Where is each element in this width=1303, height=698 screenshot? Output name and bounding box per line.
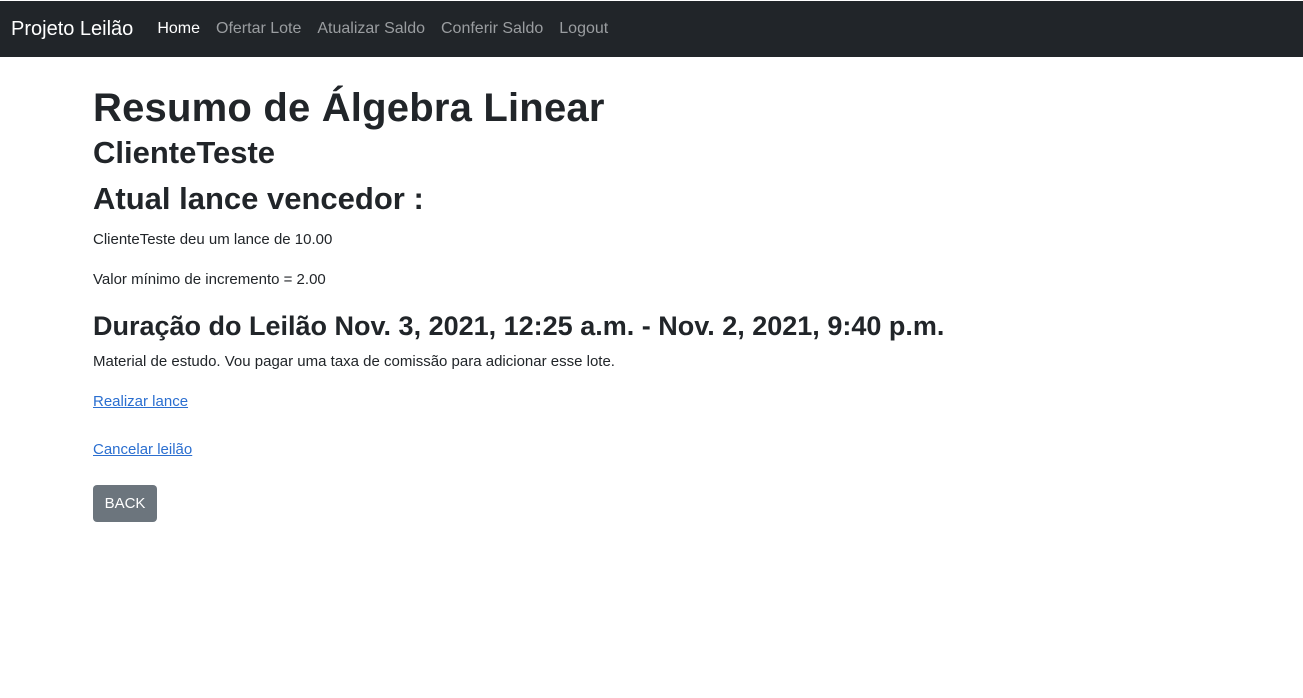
navbar-brand[interactable]: Projeto Leilão <box>11 18 133 41</box>
cancel-auction-row: Cancelar leilão <box>93 439 1093 461</box>
place-bid-link[interactable]: Realizar lance <box>93 391 188 413</box>
current-bid-text: ClienteTeste deu um lance de 10.00 <box>93 231 333 248</box>
back-button[interactable]: BACK <box>93 485 157 522</box>
cancel-auction-link[interactable]: Cancelar leilão <box>93 439 192 461</box>
lot-detail: Resumo de Álgebra Linear ClienteTeste At… <box>93 84 1093 522</box>
nav-link-home[interactable]: Home <box>157 20 200 38</box>
lot-description: Material de estudo. Vou pagar uma taxa d… <box>93 353 615 370</box>
lot-title: Resumo de Álgebra Linear <box>93 86 605 130</box>
auction-duration: Duração do Leilão Nov. 3, 2021, 12:25 a.… <box>93 311 945 341</box>
nav-link-logout[interactable]: Logout <box>559 20 608 38</box>
nav-links: Home Ofertar Lote Atualizar Saldo Confer… <box>157 20 624 38</box>
nav-link-atualizar-saldo[interactable]: Atualizar Saldo <box>317 20 425 38</box>
winning-bid-heading: Atual lance vencedor : <box>93 181 424 216</box>
nav-link-conferir-saldo[interactable]: Conferir Saldo <box>441 20 543 38</box>
min-increment-text: Valor mínimo de incremento = 2.00 <box>93 271 326 288</box>
nav-link-ofertar-lote[interactable]: Ofertar Lote <box>216 20 301 38</box>
top-navbar: Projeto Leilão Home Ofertar Lote Atualiz… <box>0 0 1303 57</box>
lot-owner: ClienteTeste <box>93 135 276 170</box>
place-bid-row: Realizar lance <box>93 391 1093 413</box>
